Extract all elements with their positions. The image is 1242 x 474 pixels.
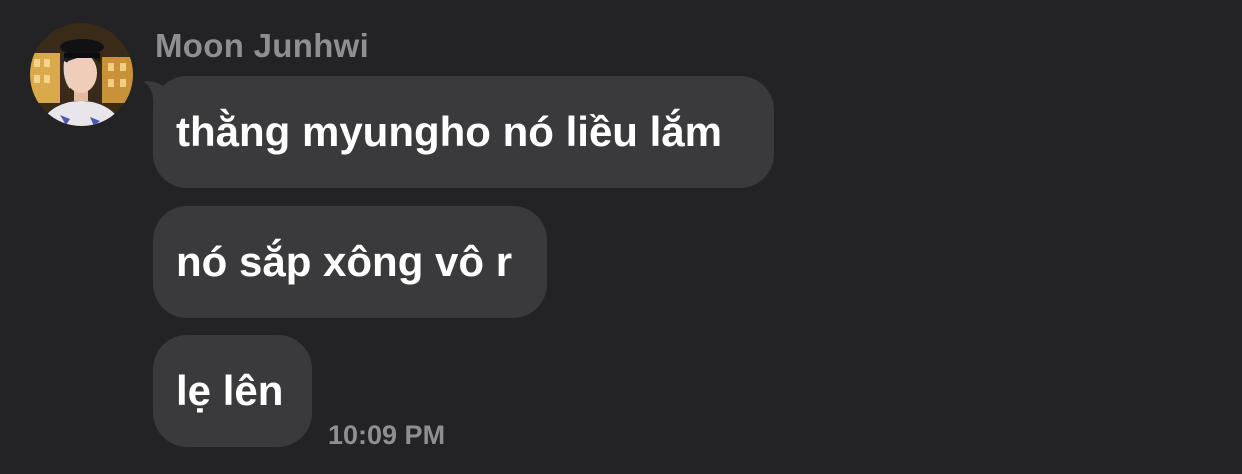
message-bubble[interactable]: nó sắp xông vô r xyxy=(153,206,547,318)
profile-photo-icon xyxy=(30,23,133,126)
message-bubble[interactable]: thằng myungho nó liều lắm xyxy=(153,76,774,188)
sender-name: Moon Junhwi xyxy=(155,27,370,64)
message-text: thằng myungho nó liều lắm xyxy=(176,108,722,155)
message-timestamp: 10:09 PM xyxy=(328,420,446,450)
message-bubble[interactable]: lẹ lên xyxy=(153,335,312,447)
avatar[interactable] xyxy=(30,23,133,126)
message-text: nó sắp xông vô r xyxy=(176,238,513,285)
message-text: lẹ lên xyxy=(176,367,284,414)
